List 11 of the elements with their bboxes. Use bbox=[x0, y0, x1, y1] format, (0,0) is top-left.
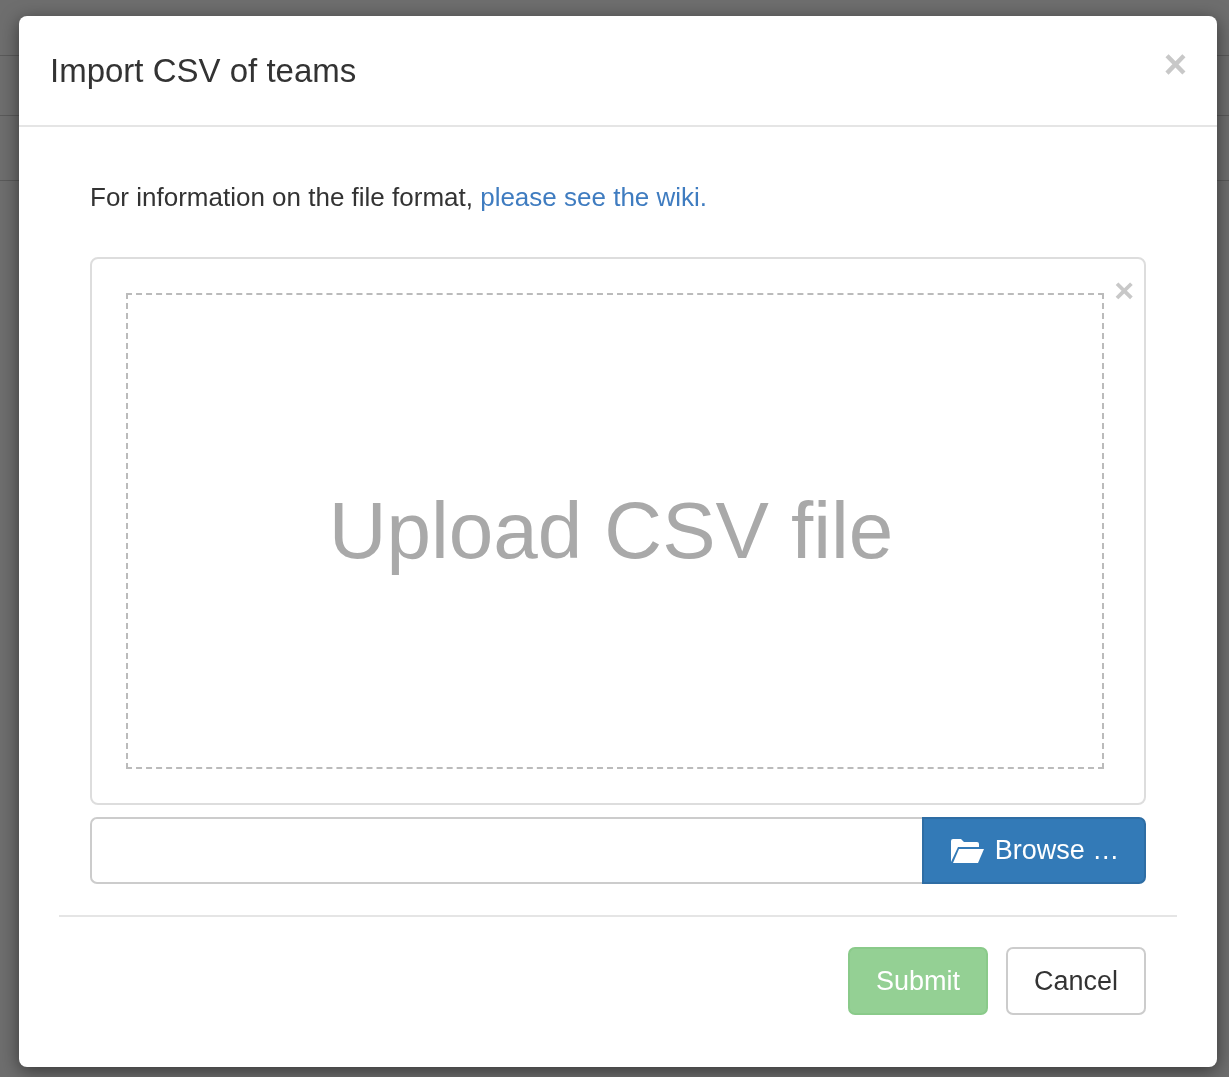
dialog-title: Import CSV of teams bbox=[50, 51, 357, 90]
cancel-button[interactable]: Cancel bbox=[1006, 947, 1146, 1015]
close-button[interactable]: × bbox=[1163, 43, 1187, 84]
remove-button[interactable]: × bbox=[1114, 273, 1134, 307]
drop-area[interactable]: Upload CSV file bbox=[126, 293, 1104, 769]
browse-button[interactable]: Browse … bbox=[922, 817, 1146, 884]
folder-icon bbox=[948, 837, 985, 864]
file-name-field[interactable] bbox=[90, 817, 922, 884]
drop-caption: Upload CSV file bbox=[328, 485, 894, 577]
info-text: For information on the file format, please see the wiki. bbox=[90, 181, 709, 214]
wiki-link[interactable]: please see the wiki. bbox=[480, 182, 708, 212]
